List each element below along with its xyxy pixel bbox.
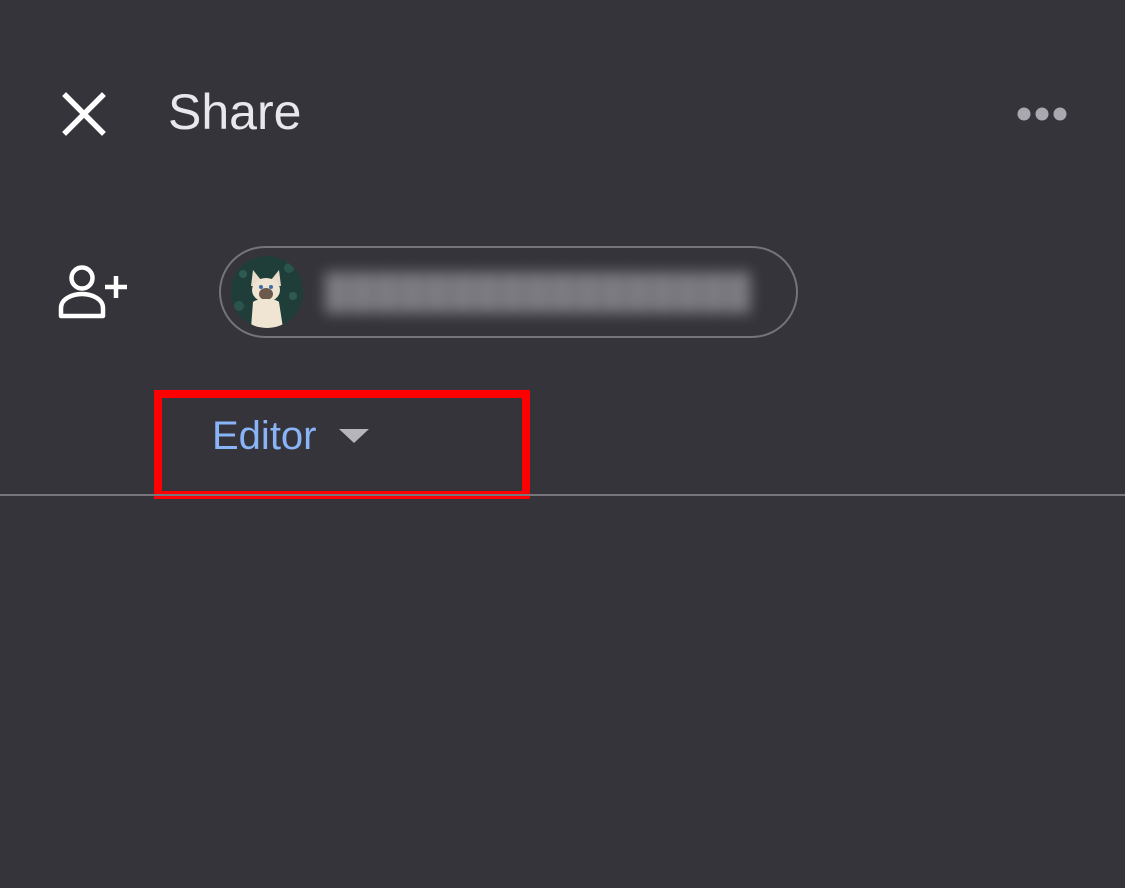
avatar bbox=[231, 256, 303, 328]
divider bbox=[0, 494, 1125, 496]
page-title: Share bbox=[168, 84, 302, 140]
close-button[interactable] bbox=[56, 86, 112, 142]
add-person-button[interactable] bbox=[58, 264, 134, 324]
recipient-email: █████████████████ bbox=[325, 272, 752, 311]
more-horiz-icon bbox=[1017, 107, 1067, 121]
role-label: Editor bbox=[212, 414, 317, 458]
person-add-icon bbox=[58, 265, 127, 319]
role-dropdown[interactable]: Editor bbox=[212, 412, 369, 460]
cat-avatar bbox=[231, 256, 303, 328]
recipient-chip[interactable]: █████████████████ bbox=[219, 246, 798, 338]
close-icon bbox=[62, 92, 106, 136]
more-options-button[interactable] bbox=[1008, 96, 1076, 132]
share-screen: Share █████████████████ Editor bbox=[0, 0, 1125, 888]
caret-down-icon bbox=[338, 429, 369, 443]
